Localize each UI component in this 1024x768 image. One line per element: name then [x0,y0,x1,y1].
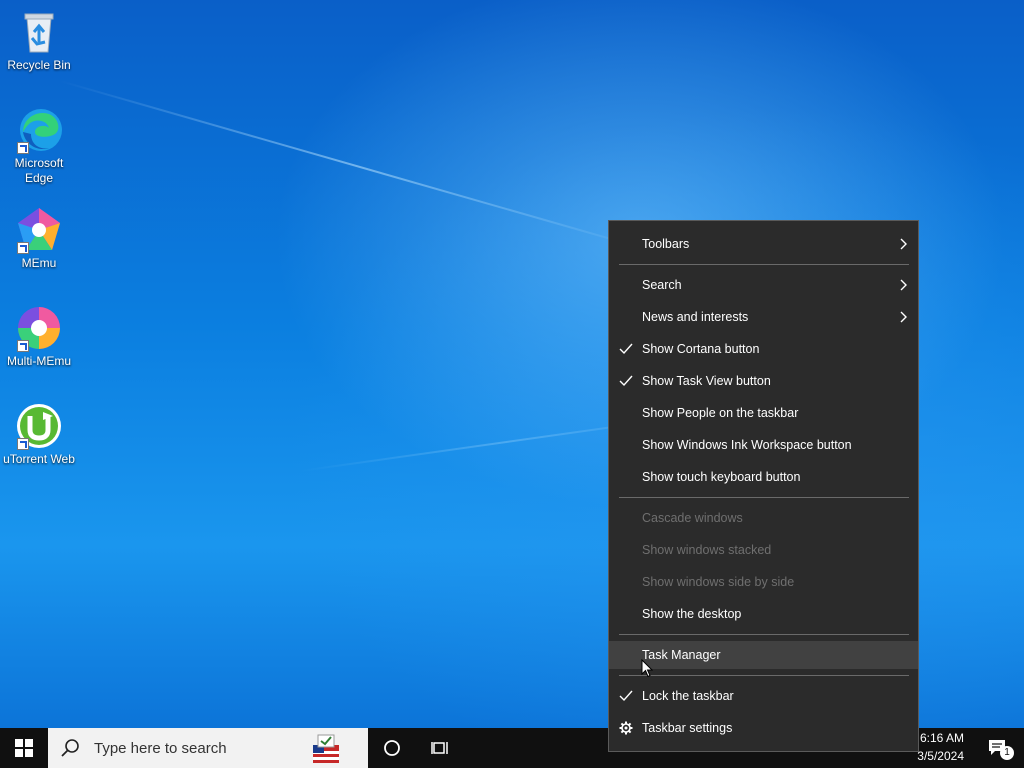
shortcut-arrow-icon [17,142,29,154]
ballot-box-icon [313,734,339,763]
search-placeholder: Type here to search [94,739,227,757]
multi-memu-icon [15,304,63,352]
menu-item-label: Cascade windows [642,511,743,525]
menu-item-label: Lock the taskbar [642,689,734,703]
desktop-icon-label: Microsoft Edge [14,156,64,185]
menu-item-show-windows-side-by-side: Show windows side by side [609,568,918,596]
menu-item-label: Show Cortana button [642,342,760,356]
checkmark-icon [619,343,633,355]
cortana-button[interactable] [372,728,412,768]
menu-item-task-manager[interactable]: Task Manager [609,641,918,669]
menu-item-show-cortana-button[interactable]: Show Cortana button [609,335,918,363]
windows-logo-icon [15,739,33,757]
chevron-right-icon [900,238,907,250]
utorrent-icon [15,402,63,450]
menu-item-show-task-view-button[interactable]: Show Task View button [609,367,918,395]
notification-count-badge: 1 [1000,746,1014,760]
cortana-circle-icon [384,740,400,756]
menu-separator [619,264,909,265]
menu-item-label: Show touch keyboard button [642,470,801,484]
desktop-icon-label: Multi-MEmu [6,354,71,368]
shortcut-arrow-icon [17,340,29,352]
menu-item-label: Task Manager [642,648,721,662]
menu-item-label: Show People on the taskbar [642,406,799,420]
gear-icon [619,721,633,735]
task-view-button[interactable] [420,728,460,768]
task-view-icon [431,742,448,754]
desktop-icon-label: MEmu [21,256,57,270]
taskbar-context-menu: Toolbars Search News and interests Show … [608,220,919,752]
menu-item-taskbar-settings[interactable]: Taskbar settings [609,714,918,742]
menu-item-show-windows-stacked: Show windows stacked [609,536,918,564]
desktop-icon-utorrent-web[interactable]: uTorrent Web [0,402,78,467]
search-icon [61,739,79,757]
menu-item-label: Toolbars [642,237,690,251]
menu-item-show-touch-keyboard[interactable]: Show touch keyboard button [609,463,918,491]
menu-item-toolbars[interactable]: Toolbars [609,230,918,258]
mouse-cursor-icon [641,659,653,678]
shortcut-arrow-icon [17,242,29,254]
menu-item-news-and-interests[interactable]: News and interests [609,303,918,331]
menu-separator [619,634,909,635]
menu-item-label: Show windows stacked [642,543,772,557]
recycle-bin-icon [15,8,63,56]
menu-item-label: Search [642,278,682,292]
menu-item-label: Show Windows Ink Workspace button [642,438,852,452]
desktop-icon-memu[interactable]: MEmu [0,206,78,271]
menu-item-label: Show Task View button [642,374,771,388]
wallpaper-light-beam [59,80,657,253]
menu-item-lock-the-taskbar[interactable]: Lock the taskbar [609,682,918,710]
edge-icon [15,106,63,154]
start-button[interactable] [0,728,48,768]
checkmark-icon [619,375,633,387]
desktop-icon-label: uTorrent Web [3,452,75,466]
shortcut-arrow-icon [17,438,29,450]
desktop-icon-microsoft-edge[interactable]: Microsoft Edge [0,106,78,186]
menu-item-show-people[interactable]: Show People on the taskbar [609,399,918,427]
menu-item-label: Taskbar settings [642,721,733,735]
menu-separator [619,497,909,498]
clock-time[interactable]: 6:16 AM [912,731,964,745]
menu-item-search[interactable]: Search [609,271,918,299]
memu-icon [15,206,63,254]
menu-item-show-the-desktop[interactable]: Show the desktop [609,600,918,628]
menu-item-label: Show windows side by side [642,575,795,589]
chevron-right-icon [900,311,907,323]
menu-item-label: Show the desktop [642,607,742,621]
menu-item-label: News and interests [642,310,749,324]
checkmark-icon [619,690,633,702]
chevron-right-icon [900,279,907,291]
desktop-icon-multi-memu[interactable]: Multi-MEmu [0,304,78,369]
taskbar-search-box[interactable]: Type here to search [48,728,368,768]
action-center-button[interactable]: 1 [978,728,1018,768]
menu-item-show-windows-ink[interactable]: Show Windows Ink Workspace button [609,431,918,459]
menu-item-cascade-windows: Cascade windows [609,504,918,532]
desktop-icon-label: Recycle Bin [7,58,71,72]
desktop-icon-recycle-bin[interactable]: Recycle Bin [0,8,78,73]
menu-separator [619,675,909,676]
